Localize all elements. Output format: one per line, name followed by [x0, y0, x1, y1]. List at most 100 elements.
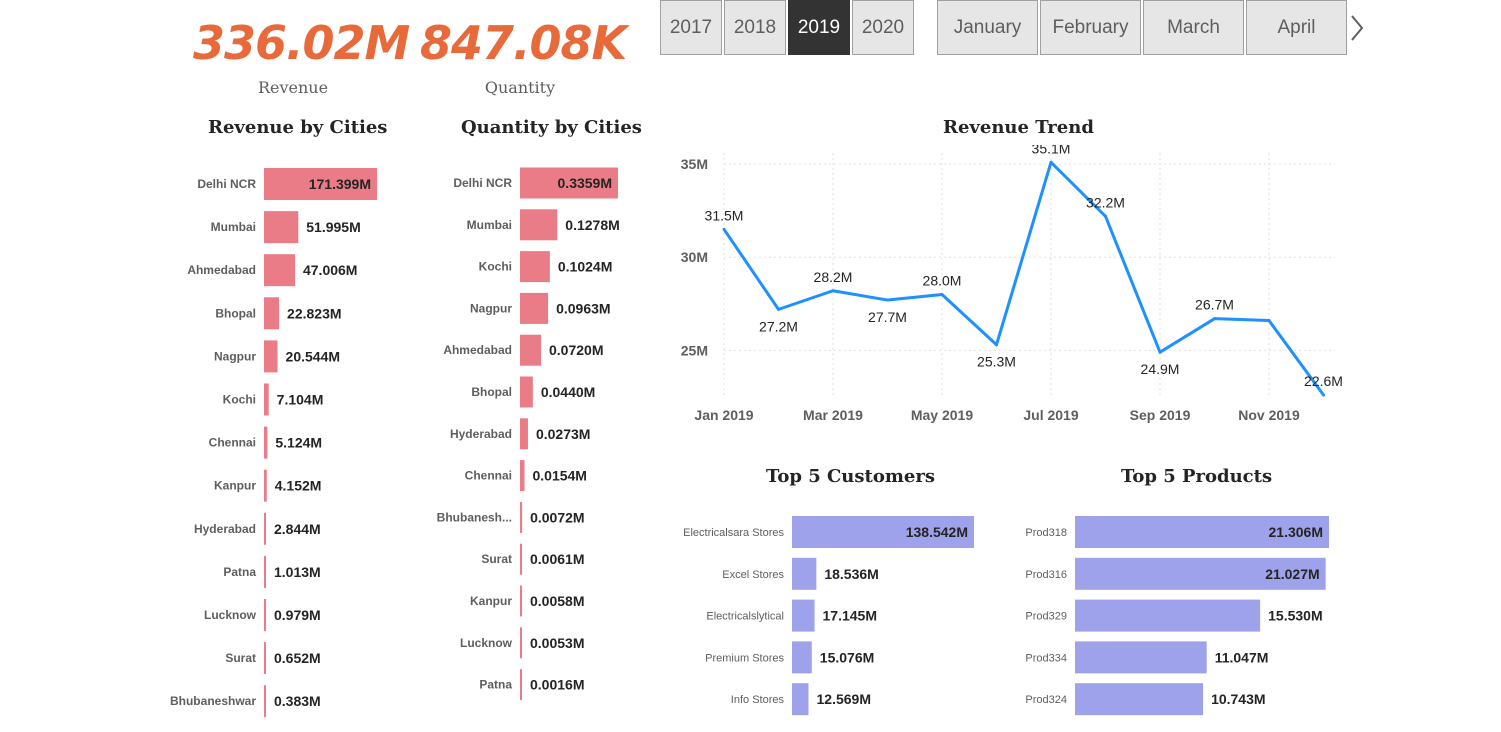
data-point	[886, 298, 889, 302]
point-label: 24.9M	[1141, 361, 1180, 377]
bar	[520, 334, 542, 366]
bar	[264, 340, 278, 373]
category-label: Kochi	[479, 260, 512, 274]
category-label: Bhubanesh...	[437, 510, 512, 524]
bar	[1075, 599, 1261, 632]
y-tick-label: 25M	[681, 342, 708, 358]
data-label: 51.995M	[306, 219, 360, 235]
top5-customers-title: Top 5 Customers	[766, 466, 935, 487]
x-tick-label: Jan 2019	[694, 407, 753, 423]
quantity-by-cities-chart: Delhi NCR 0.3359M Mumbai 0.1278M Kochi 0.1024…	[437, 167, 620, 701]
top5-customers-chart: Electricalsara Stores 138.542M Excel Store…	[683, 516, 974, 716]
bar	[792, 557, 817, 590]
category-label: Premium Stores	[705, 652, 784, 664]
category-label: Lucknow	[204, 608, 257, 622]
data-label: 15.530M	[1268, 608, 1322, 624]
bar	[520, 585, 522, 617]
data-point	[940, 292, 944, 296]
category-label: Prod324	[1025, 694, 1067, 706]
category-label: Info Stores	[731, 694, 785, 706]
category-label: Electricalslytical	[706, 611, 784, 623]
data-label: 0.0963M	[556, 300, 610, 316]
bar	[264, 383, 269, 416]
year-option-2017[interactable]: 2017	[660, 0, 722, 55]
bar	[264, 297, 280, 330]
kpi-quantity: 847.08K Quantity	[420, 16, 627, 97]
data-point	[831, 289, 835, 293]
top5-products-title: Top 5 Products	[1121, 466, 1273, 487]
data-label: 138.542M	[906, 524, 968, 540]
bar	[520, 501, 523, 533]
point-label: 27.2M	[759, 318, 798, 334]
year-slicer: 2017 2018 2019 2020	[660, 0, 914, 55]
category-label: Prod329	[1025, 611, 1067, 623]
data-point	[1049, 160, 1053, 164]
year-option-2019[interactable]: 2019	[788, 0, 850, 55]
data-label: 17.145M	[823, 608, 877, 624]
point-label: 25.3M	[977, 354, 1016, 370]
category-label: Ahmedabad	[443, 343, 512, 357]
category-label: Prod334	[1025, 652, 1067, 664]
kpi-revenue-value: 336.02M	[193, 16, 410, 70]
month-option-february[interactable]: February	[1040, 0, 1141, 55]
bar	[1075, 641, 1207, 674]
category-label: Nagpur	[214, 349, 256, 363]
x-tick-label: Nov 2019	[1238, 407, 1300, 423]
month-option-january[interactable]: January	[937, 0, 1038, 55]
data-label: 2.844M	[274, 521, 321, 537]
year-option-2020[interactable]: 2020	[852, 0, 914, 55]
y-tick-label: 35M	[681, 156, 708, 172]
data-label: 0.1278M	[565, 217, 619, 233]
data-label: 0.0720M	[549, 342, 603, 358]
data-point	[777, 307, 780, 311]
month-option-april[interactable]: April	[1246, 0, 1347, 55]
bar	[264, 599, 266, 631]
category-label: Surat	[225, 651, 256, 665]
bar	[520, 292, 549, 324]
category-label: Mumbai	[211, 220, 256, 234]
data-label: 11.047M	[1215, 649, 1269, 665]
year-option-2018[interactable]: 2018	[724, 0, 786, 55]
chevron-right-icon[interactable]	[1350, 14, 1364, 42]
bar	[520, 418, 528, 450]
kpi-quantity-label: Quantity	[484, 78, 556, 97]
category-label: Chennai	[209, 436, 256, 450]
point-label: 31.5M	[705, 207, 744, 223]
bar	[520, 251, 550, 283]
data-label: 21.027M	[1265, 566, 1319, 582]
data-label: 0.0016M	[530, 677, 584, 693]
data-label: 0.652M	[274, 650, 321, 666]
x-tick-label: Sep 2019	[1130, 407, 1191, 423]
bar	[792, 599, 815, 632]
point-label: 35.1M	[1032, 145, 1071, 156]
category-label: Delhi NCR	[453, 176, 512, 190]
data-label: 0.979M	[274, 607, 321, 623]
data-point	[1267, 319, 1271, 323]
category-label: Kanpur	[214, 479, 256, 493]
data-label: 0.0154M	[532, 468, 586, 484]
data-label: 12.569M	[817, 691, 871, 707]
data-label: 171.399M	[309, 176, 371, 192]
category-label: Chennai	[465, 469, 512, 483]
data-label: 47.006M	[303, 262, 357, 278]
kpi-quantity-value: 847.08K	[420, 16, 627, 70]
revenue-by-cities-chart: Delhi NCR 171.399M Mumbai 51.995M Ahmedabad 4…	[170, 168, 377, 718]
data-point	[722, 227, 726, 231]
data-label: 0.1024M	[558, 259, 612, 275]
data-label: 4.152M	[275, 478, 322, 494]
month-option-march[interactable]: March	[1143, 0, 1244, 55]
bar	[520, 669, 522, 701]
data-point	[1322, 393, 1325, 397]
point-label: 22.6M	[1304, 373, 1343, 389]
category-label: Hyderabad	[450, 427, 512, 441]
revenue-by-cities-title: Revenue by Cities	[208, 117, 388, 138]
x-tick-label: May 2019	[911, 407, 973, 423]
category-label: Prod316	[1025, 569, 1067, 581]
data-point	[1213, 317, 1216, 321]
bar	[264, 469, 267, 502]
category-label: Electricalsara Stores	[683, 527, 784, 539]
bar	[792, 641, 812, 674]
category-label: Ahmedabad	[187, 263, 256, 277]
category-label: Bhopal	[215, 306, 256, 320]
category-label: Bhubaneshwar	[170, 694, 256, 708]
